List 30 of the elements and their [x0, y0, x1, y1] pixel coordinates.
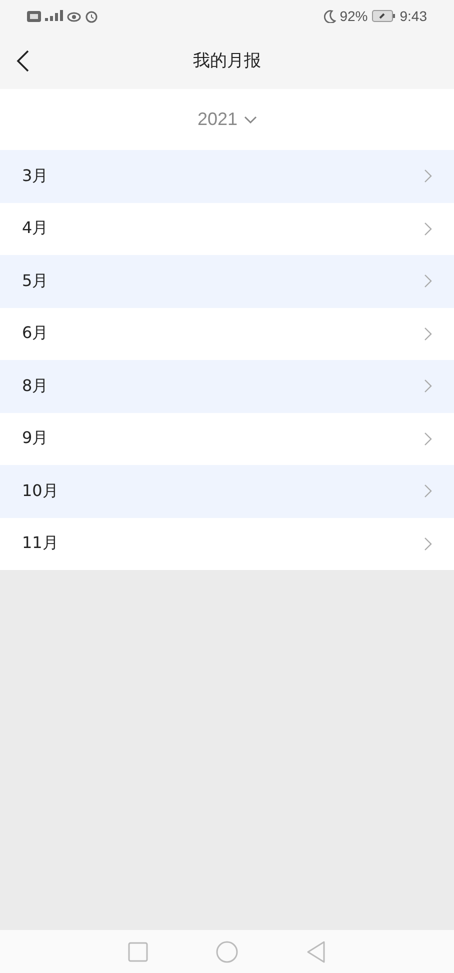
- square-icon[interactable]: [128, 942, 148, 962]
- moon-icon: [324, 10, 336, 22]
- page-title: 我的月报: [193, 50, 261, 72]
- alarm-icon: [85, 10, 98, 22]
- chevron-right-icon: [424, 274, 432, 288]
- chevron-right-icon: [424, 484, 432, 498]
- month-row[interactable]: 10月: [0, 465, 454, 518]
- month-row[interactable]: 6月: [0, 308, 454, 360]
- signal-icon: [45, 10, 63, 22]
- battery-icon: [372, 10, 396, 22]
- month-row[interactable]: 8月: [0, 360, 454, 412]
- clock-time: 9:43: [400, 8, 427, 24]
- eye-icon: [67, 10, 81, 22]
- year-dropdown[interactable]: 2021: [195, 107, 259, 132]
- chevron-right-icon: [424, 536, 432, 551]
- chevron-right-icon: [424, 379, 432, 394]
- circle-icon[interactable]: [216, 940, 238, 962]
- month-row[interactable]: 3月: [0, 150, 454, 202]
- chevron-down-icon: [244, 116, 257, 124]
- month-row[interactable]: 4月: [0, 202, 454, 255]
- chevron-right-icon: [424, 222, 432, 236]
- chevron-right-icon: [424, 326, 432, 341]
- triangle-icon[interactable]: [306, 940, 326, 962]
- chevron-right-icon: [424, 169, 432, 184]
- month-row[interactable]: 5月: [0, 255, 454, 308]
- hd-icon: [27, 10, 41, 22]
- month-row[interactable]: 11月: [0, 518, 454, 570]
- month-row[interactable]: 9月: [0, 412, 454, 465]
- battery-percent: 92%: [340, 8, 368, 24]
- chevron-right-icon: [424, 432, 432, 446]
